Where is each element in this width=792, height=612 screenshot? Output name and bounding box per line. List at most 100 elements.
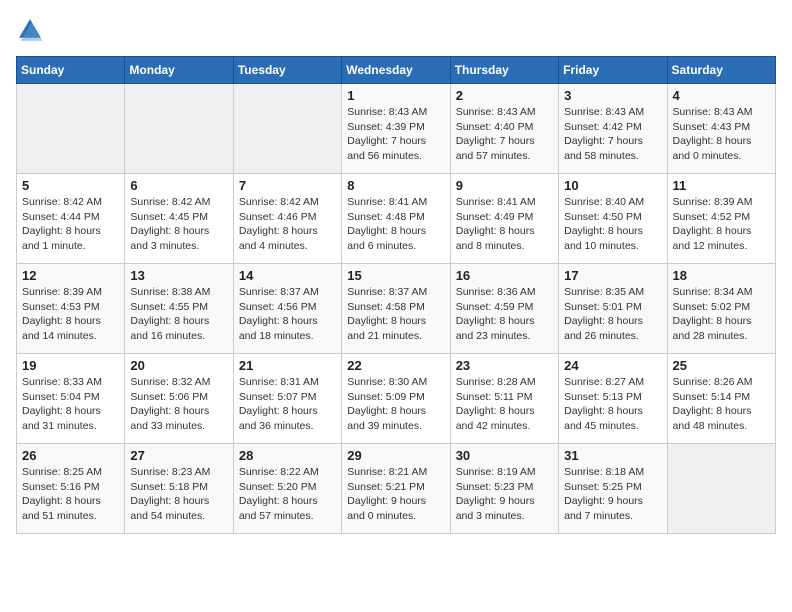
calendar-week-row: 26 Sunrise: 8:25 AM Sunset: 5:16 PM Dayli… [17,444,776,534]
calendar-cell: 13 Sunrise: 8:38 AM Sunset: 4:55 PM Dayli… [125,264,233,354]
weekday-header: Tuesday [233,57,341,84]
weekday-header: Thursday [450,57,558,84]
calendar-cell: 23 Sunrise: 8:28 AM Sunset: 5:11 PM Dayli… [450,354,558,444]
day-number: 28 [239,448,336,463]
day-number: 1 [347,88,444,103]
day-number: 24 [564,358,661,373]
day-info: Sunrise: 8:34 AM Sunset: 5:02 PM Dayligh… [673,285,770,344]
weekday-header: Wednesday [342,57,450,84]
day-info: Sunrise: 8:43 AM Sunset: 4:43 PM Dayligh… [673,105,770,164]
day-number: 27 [130,448,227,463]
calendar-body: 1 Sunrise: 8:43 AM Sunset: 4:39 PM Daylig… [17,84,776,534]
day-info: Sunrise: 8:26 AM Sunset: 5:14 PM Dayligh… [673,375,770,434]
calendar-cell: 24 Sunrise: 8:27 AM Sunset: 5:13 PM Dayli… [559,354,667,444]
calendar-cell [667,444,775,534]
day-number: 16 [456,268,553,283]
calendar-cell: 14Sunrise: 8:37 AM Sunset: 4:56 PM Dayli… [233,264,341,354]
calendar-week-row: 19Sunrise: 8:33 AM Sunset: 5:04 PM Dayli… [17,354,776,444]
calendar-cell [233,84,341,174]
calendar-cell: 21 Sunrise: 8:31 AM Sunset: 5:07 PM Dayli… [233,354,341,444]
day-number: 5 [22,178,119,193]
day-number: 8 [347,178,444,193]
day-info: Sunrise: 8:22 AM Sunset: 5:20 PM Dayligh… [239,465,336,524]
day-info: Sunrise: 8:43 AM Sunset: 4:40 PM Dayligh… [456,105,553,164]
day-info: Sunrise: 8:39 AM Sunset: 4:52 PM Dayligh… [673,195,770,254]
day-info: Sunrise: 8:19 AM Sunset: 5:23 PM Dayligh… [456,465,553,524]
day-number: 13 [130,268,227,283]
day-info: Sunrise: 8:43 AM Sunset: 4:39 PM Dayligh… [347,105,444,164]
header-row: SundayMondayTuesdayWednesdayThursdayFrid… [17,57,776,84]
calendar-cell: 9 Sunrise: 8:41 AM Sunset: 4:49 PM Daylig… [450,174,558,264]
calendar-cell: 30 Sunrise: 8:19 AM Sunset: 5:23 PM Dayli… [450,444,558,534]
day-number: 25 [673,358,770,373]
day-info: Sunrise: 8:36 AM Sunset: 4:59 PM Dayligh… [456,285,553,344]
logo-icon [16,16,44,44]
day-number: 31 [564,448,661,463]
weekday-header: Friday [559,57,667,84]
calendar-cell: 10Sunrise: 8:40 AM Sunset: 4:50 PM Dayli… [559,174,667,264]
calendar-header: SundayMondayTuesdayWednesdayThursdayFrid… [17,57,776,84]
calendar-cell: 11 Sunrise: 8:39 AM Sunset: 4:52 PM Dayli… [667,174,775,264]
calendar-cell: 15 Sunrise: 8:37 AM Sunset: 4:58 PM Dayli… [342,264,450,354]
day-info: Sunrise: 8:38 AM Sunset: 4:55 PM Dayligh… [130,285,227,344]
weekday-header: Sunday [17,57,125,84]
calendar-cell: 31 Sunrise: 8:18 AM Sunset: 5:25 PM Dayli… [559,444,667,534]
day-info: Sunrise: 8:27 AM Sunset: 5:13 PM Dayligh… [564,375,661,434]
day-number: 6 [130,178,227,193]
day-info: Sunrise: 8:31 AM Sunset: 5:07 PM Dayligh… [239,375,336,434]
day-number: 10 [564,178,661,193]
day-info: Sunrise: 8:42 AM Sunset: 4:45 PM Dayligh… [130,195,227,254]
day-number: 26 [22,448,119,463]
weekday-header: Monday [125,57,233,84]
day-number: 7 [239,178,336,193]
day-number: 12 [22,268,119,283]
calendar-cell: 12 Sunrise: 8:39 AM Sunset: 4:53 PM Dayli… [17,264,125,354]
day-info: Sunrise: 8:37 AM Sunset: 4:58 PM Dayligh… [347,285,444,344]
day-number: 23 [456,358,553,373]
day-info: Sunrise: 8:39 AM Sunset: 4:53 PM Dayligh… [22,285,119,344]
calendar-table: SundayMondayTuesdayWednesdayThursdayFrid… [16,56,776,534]
day-info: Sunrise: 8:23 AM Sunset: 5:18 PM Dayligh… [130,465,227,524]
day-info: Sunrise: 8:43 AM Sunset: 4:42 PM Dayligh… [564,105,661,164]
day-number: 11 [673,178,770,193]
day-info: Sunrise: 8:42 AM Sunset: 4:44 PM Dayligh… [22,195,119,254]
calendar-cell: 28 Sunrise: 8:22 AM Sunset: 5:20 PM Dayli… [233,444,341,534]
calendar-cell: 22 Sunrise: 8:30 AM Sunset: 5:09 PM Dayli… [342,354,450,444]
calendar-cell: 17Sunrise: 8:35 AM Sunset: 5:01 PM Dayli… [559,264,667,354]
page-header [16,16,776,44]
day-number: 21 [239,358,336,373]
calendar-cell: 18Sunrise: 8:34 AM Sunset: 5:02 PM Dayli… [667,264,775,354]
day-number: 22 [347,358,444,373]
day-info: Sunrise: 8:41 AM Sunset: 4:48 PM Dayligh… [347,195,444,254]
day-info: Sunrise: 8:28 AM Sunset: 5:11 PM Dayligh… [456,375,553,434]
logo [16,16,48,44]
calendar-cell: 4Sunrise: 8:43 AM Sunset: 4:43 PM Daylig… [667,84,775,174]
day-number: 29 [347,448,444,463]
day-info: Sunrise: 8:37 AM Sunset: 4:56 PM Dayligh… [239,285,336,344]
day-info: Sunrise: 8:41 AM Sunset: 4:49 PM Dayligh… [456,195,553,254]
calendar-cell: 25 Sunrise: 8:26 AM Sunset: 5:14 PM Dayli… [667,354,775,444]
calendar-cell: 20Sunrise: 8:32 AM Sunset: 5:06 PM Dayli… [125,354,233,444]
day-info: Sunrise: 8:18 AM Sunset: 5:25 PM Dayligh… [564,465,661,524]
calendar-cell: 19Sunrise: 8:33 AM Sunset: 5:04 PM Dayli… [17,354,125,444]
calendar-cell [17,84,125,174]
calendar-week-row: 1 Sunrise: 8:43 AM Sunset: 4:39 PM Daylig… [17,84,776,174]
day-number: 30 [456,448,553,463]
calendar-cell: 16 Sunrise: 8:36 AM Sunset: 4:59 PM Dayli… [450,264,558,354]
day-info: Sunrise: 8:30 AM Sunset: 5:09 PM Dayligh… [347,375,444,434]
calendar-cell: 7 Sunrise: 8:42 AM Sunset: 4:46 PM Daylig… [233,174,341,264]
calendar-week-row: 12 Sunrise: 8:39 AM Sunset: 4:53 PM Dayli… [17,264,776,354]
day-number: 3 [564,88,661,103]
day-info: Sunrise: 8:42 AM Sunset: 4:46 PM Dayligh… [239,195,336,254]
calendar-cell: 1 Sunrise: 8:43 AM Sunset: 4:39 PM Daylig… [342,84,450,174]
day-info: Sunrise: 8:25 AM Sunset: 5:16 PM Dayligh… [22,465,119,524]
day-number: 19 [22,358,119,373]
calendar-cell: 27 Sunrise: 8:23 AM Sunset: 5:18 PM Dayli… [125,444,233,534]
day-number: 15 [347,268,444,283]
day-number: 9 [456,178,553,193]
day-info: Sunrise: 8:21 AM Sunset: 5:21 PM Dayligh… [347,465,444,524]
calendar-cell: 2Sunrise: 8:43 AM Sunset: 4:40 PM Daylig… [450,84,558,174]
calendar-week-row: 5 Sunrise: 8:42 AM Sunset: 4:44 PM Daylig… [17,174,776,264]
calendar-cell: 5 Sunrise: 8:42 AM Sunset: 4:44 PM Daylig… [17,174,125,264]
calendar-cell: 3 Sunrise: 8:43 AM Sunset: 4:42 PM Daylig… [559,84,667,174]
